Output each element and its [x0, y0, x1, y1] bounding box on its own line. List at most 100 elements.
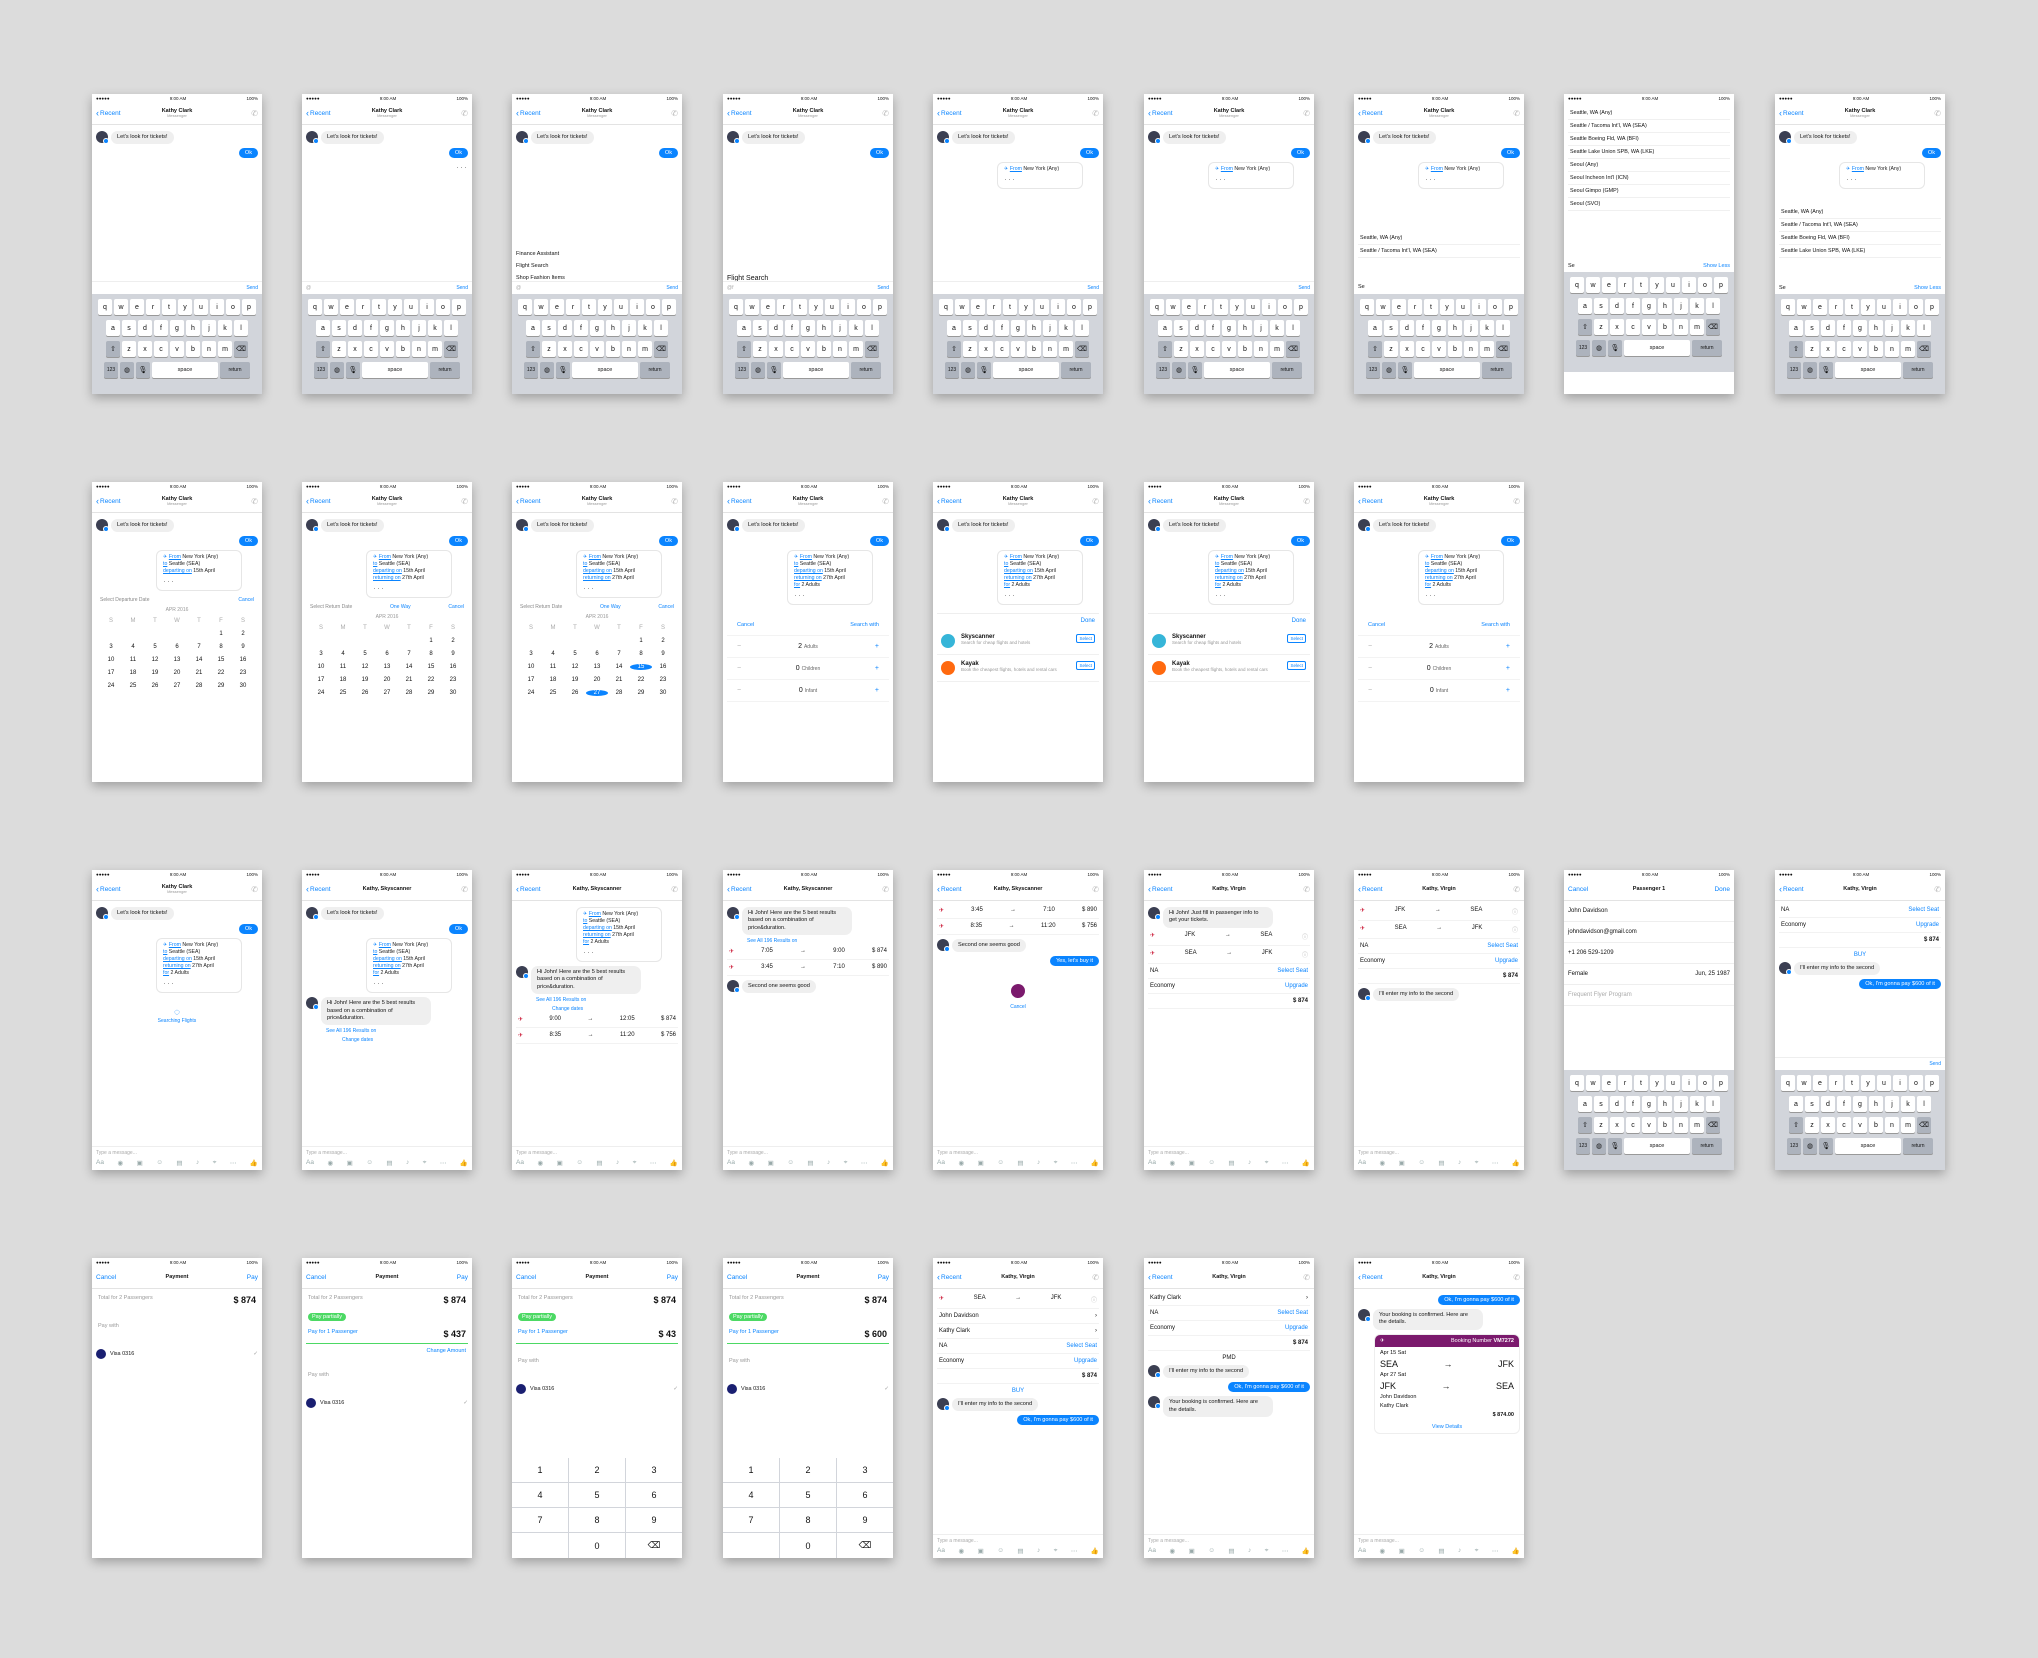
- shift-key[interactable]: ⇧: [106, 341, 120, 357]
- calendar-day[interactable]: 13: [166, 657, 188, 663]
- flight-result[interactable]: ✈ 9:00 → 12:05 $ 874: [516, 1012, 678, 1029]
- flight-search-card[interactable]: ✈ From New York (Any) to Seattle (SEA) dep…: [1418, 550, 1504, 606]
- back-button[interactable]: ‹ Recent: [516, 885, 541, 894]
- key-p[interactable]: p: [1294, 299, 1308, 315]
- partial-amount[interactable]: $ 600: [864, 1329, 887, 1339]
- cancel-button[interactable]: Cancel: [238, 597, 254, 603]
- calendar-day[interactable]: [608, 638, 630, 644]
- city-option[interactable]: Seattle, WA (Any): [1358, 232, 1520, 245]
- key-n[interactable]: n: [1674, 1117, 1688, 1133]
- key-k[interactable]: k: [1901, 1096, 1915, 1112]
- compose-input[interactable]: Type a message...: [727, 1150, 889, 1156]
- like-icon[interactable]: 👍: [460, 1159, 468, 1167]
- gif-icon[interactable]: ▤: [1438, 1547, 1444, 1555]
- back-button[interactable]: ‹ Recent: [1358, 1273, 1383, 1282]
- key-t[interactable]: t: [793, 299, 807, 315]
- key-v[interactable]: v: [170, 341, 184, 357]
- key-p[interactable]: p: [242, 299, 256, 315]
- info-icon[interactable]: ⓘ: [1512, 925, 1518, 934]
- flight-result[interactable]: ✈ 8:35 → 11:20 $ 756: [937, 919, 1099, 935]
- return-key[interactable]: return: [220, 362, 250, 378]
- gif-icon[interactable]: ▤: [386, 1159, 392, 1167]
- flight-search-card[interactable]: ✈ From New York (Any) to Seattle (SEA) dep…: [576, 550, 662, 599]
- numbers-key[interactable]: 123: [735, 362, 749, 378]
- city-option[interactable]: Seattle Boeing Fld, WA (BFI): [1568, 133, 1730, 146]
- provider-option[interactable]: Skyscanner Search for cheap flights and h…: [1148, 628, 1310, 656]
- compose-input[interactable]: Type a message...: [1148, 1538, 1310, 1544]
- select-button[interactable]: Select: [1076, 661, 1095, 671]
- numpad-key[interactable]: 0: [569, 1533, 625, 1558]
- calendar-day[interactable]: [586, 638, 608, 644]
- key-c[interactable]: c: [1837, 341, 1851, 357]
- key-d[interactable]: d: [138, 320, 152, 336]
- text-format-icon[interactable]: Aa: [306, 1159, 314, 1167]
- key-u[interactable]: u: [1456, 299, 1470, 315]
- city-option[interactable]: Seattle / Tacoma Int'l, WA (SEA): [1779, 219, 1941, 232]
- key-o[interactable]: o: [1067, 299, 1081, 315]
- like-icon[interactable]: 👍: [881, 1159, 889, 1167]
- back-button[interactable]: ‹ Recent: [306, 497, 331, 506]
- gif-icon[interactable]: ▤: [596, 1159, 602, 1167]
- calendar-day[interactable]: [376, 638, 398, 644]
- numpad-key[interactable]: [723, 1533, 779, 1558]
- like-icon[interactable]: 👍: [1091, 1547, 1099, 1555]
- key-p[interactable]: p: [662, 299, 676, 315]
- select-button[interactable]: Select: [1287, 661, 1306, 671]
- numpad-key[interactable]: 7: [723, 1508, 779, 1532]
- calendar-day[interactable]: 25: [122, 683, 144, 689]
- key-p[interactable]: p: [1925, 1075, 1939, 1091]
- key-p[interactable]: p: [1714, 277, 1728, 293]
- key-e[interactable]: e: [340, 299, 354, 315]
- camera-icon[interactable]: ◉: [117, 1159, 123, 1167]
- pay-partially-toggle[interactable]: Pay partially: [518, 1313, 556, 1321]
- microphone-icon[interactable]: ♪: [406, 1159, 409, 1167]
- flight-result[interactable]: ✈ 7:05 → 9:00 $ 874: [727, 944, 889, 960]
- numpad-key[interactable]: 4: [512, 1483, 568, 1507]
- space-key[interactable]: space: [783, 362, 849, 378]
- key-d[interactable]: d: [1610, 1096, 1624, 1112]
- key-l[interactable]: l: [444, 320, 458, 336]
- text-format-icon[interactable]: Aa: [1148, 1547, 1156, 1555]
- key-o[interactable]: o: [1698, 277, 1712, 293]
- key-m[interactable]: m: [1480, 341, 1494, 357]
- phone-icon[interactable]: ✆: [1092, 1273, 1099, 1282]
- globe-icon[interactable]: ◍: [1592, 1138, 1606, 1154]
- numbers-key[interactable]: 123: [1576, 1138, 1590, 1154]
- key-v[interactable]: v: [380, 341, 394, 357]
- key-z[interactable]: z: [753, 341, 767, 357]
- key-w[interactable]: w: [745, 299, 759, 315]
- key-f[interactable]: f: [995, 320, 1009, 336]
- phone-icon[interactable]: ✆: [1092, 497, 1099, 506]
- key-n[interactable]: n: [1885, 341, 1899, 357]
- key-c[interactable]: c: [1416, 341, 1430, 357]
- send-button[interactable]: Send: [877, 285, 889, 291]
- camera-icon[interactable]: ◉: [958, 1159, 964, 1167]
- calendar-day[interactable]: 24: [100, 683, 122, 689]
- calendar-day[interactable]: 2: [232, 631, 254, 637]
- flight-search-card[interactable]: ✈ From New York (Any) to Seattle (SEA) dep…: [997, 550, 1083, 606]
- sticker-icon[interactable]: ☺: [1418, 1159, 1425, 1167]
- key-o[interactable]: o: [226, 299, 240, 315]
- sticker-icon[interactable]: ☺: [1208, 1159, 1215, 1167]
- return-key[interactable]: return: [640, 362, 670, 378]
- compose-bar[interactable]: Type a message... Aa ◉ ▣ ☺ ▤ ♪ ⌖ ⋯ 👍: [1354, 1146, 1524, 1170]
- shift-key[interactable]: ⇧: [316, 341, 330, 357]
- delete-key[interactable]: ⌫: [865, 341, 879, 357]
- city-option[interactable]: Seoul Incheon Int'l (ICN): [1568, 172, 1730, 185]
- calendar-day[interactable]: 11: [332, 664, 354, 670]
- shift-key[interactable]: ⇧: [1789, 341, 1803, 357]
- one-way-button[interactable]: One Way: [390, 604, 411, 610]
- key-l[interactable]: l: [1706, 298, 1720, 314]
- numpad-key[interactable]: 6: [837, 1483, 893, 1507]
- payment-method[interactable]: Visa 0316 ✓: [516, 1384, 678, 1394]
- calendar-day[interactable]: 2: [652, 638, 674, 644]
- calendar-day[interactable]: 30: [442, 690, 464, 696]
- back-button[interactable]: ‹ Recent: [96, 497, 121, 506]
- globe-icon[interactable]: ◍: [1592, 340, 1606, 356]
- gallery-icon[interactable]: ▣: [978, 1159, 984, 1167]
- calendar-day[interactable]: 13: [586, 664, 608, 670]
- microphone-icon[interactable]: 🎙: [1819, 362, 1833, 378]
- text-format-icon[interactable]: Aa: [1148, 1159, 1156, 1167]
- phone-icon[interactable]: ✆: [461, 885, 468, 894]
- key-w[interactable]: w: [1797, 299, 1811, 315]
